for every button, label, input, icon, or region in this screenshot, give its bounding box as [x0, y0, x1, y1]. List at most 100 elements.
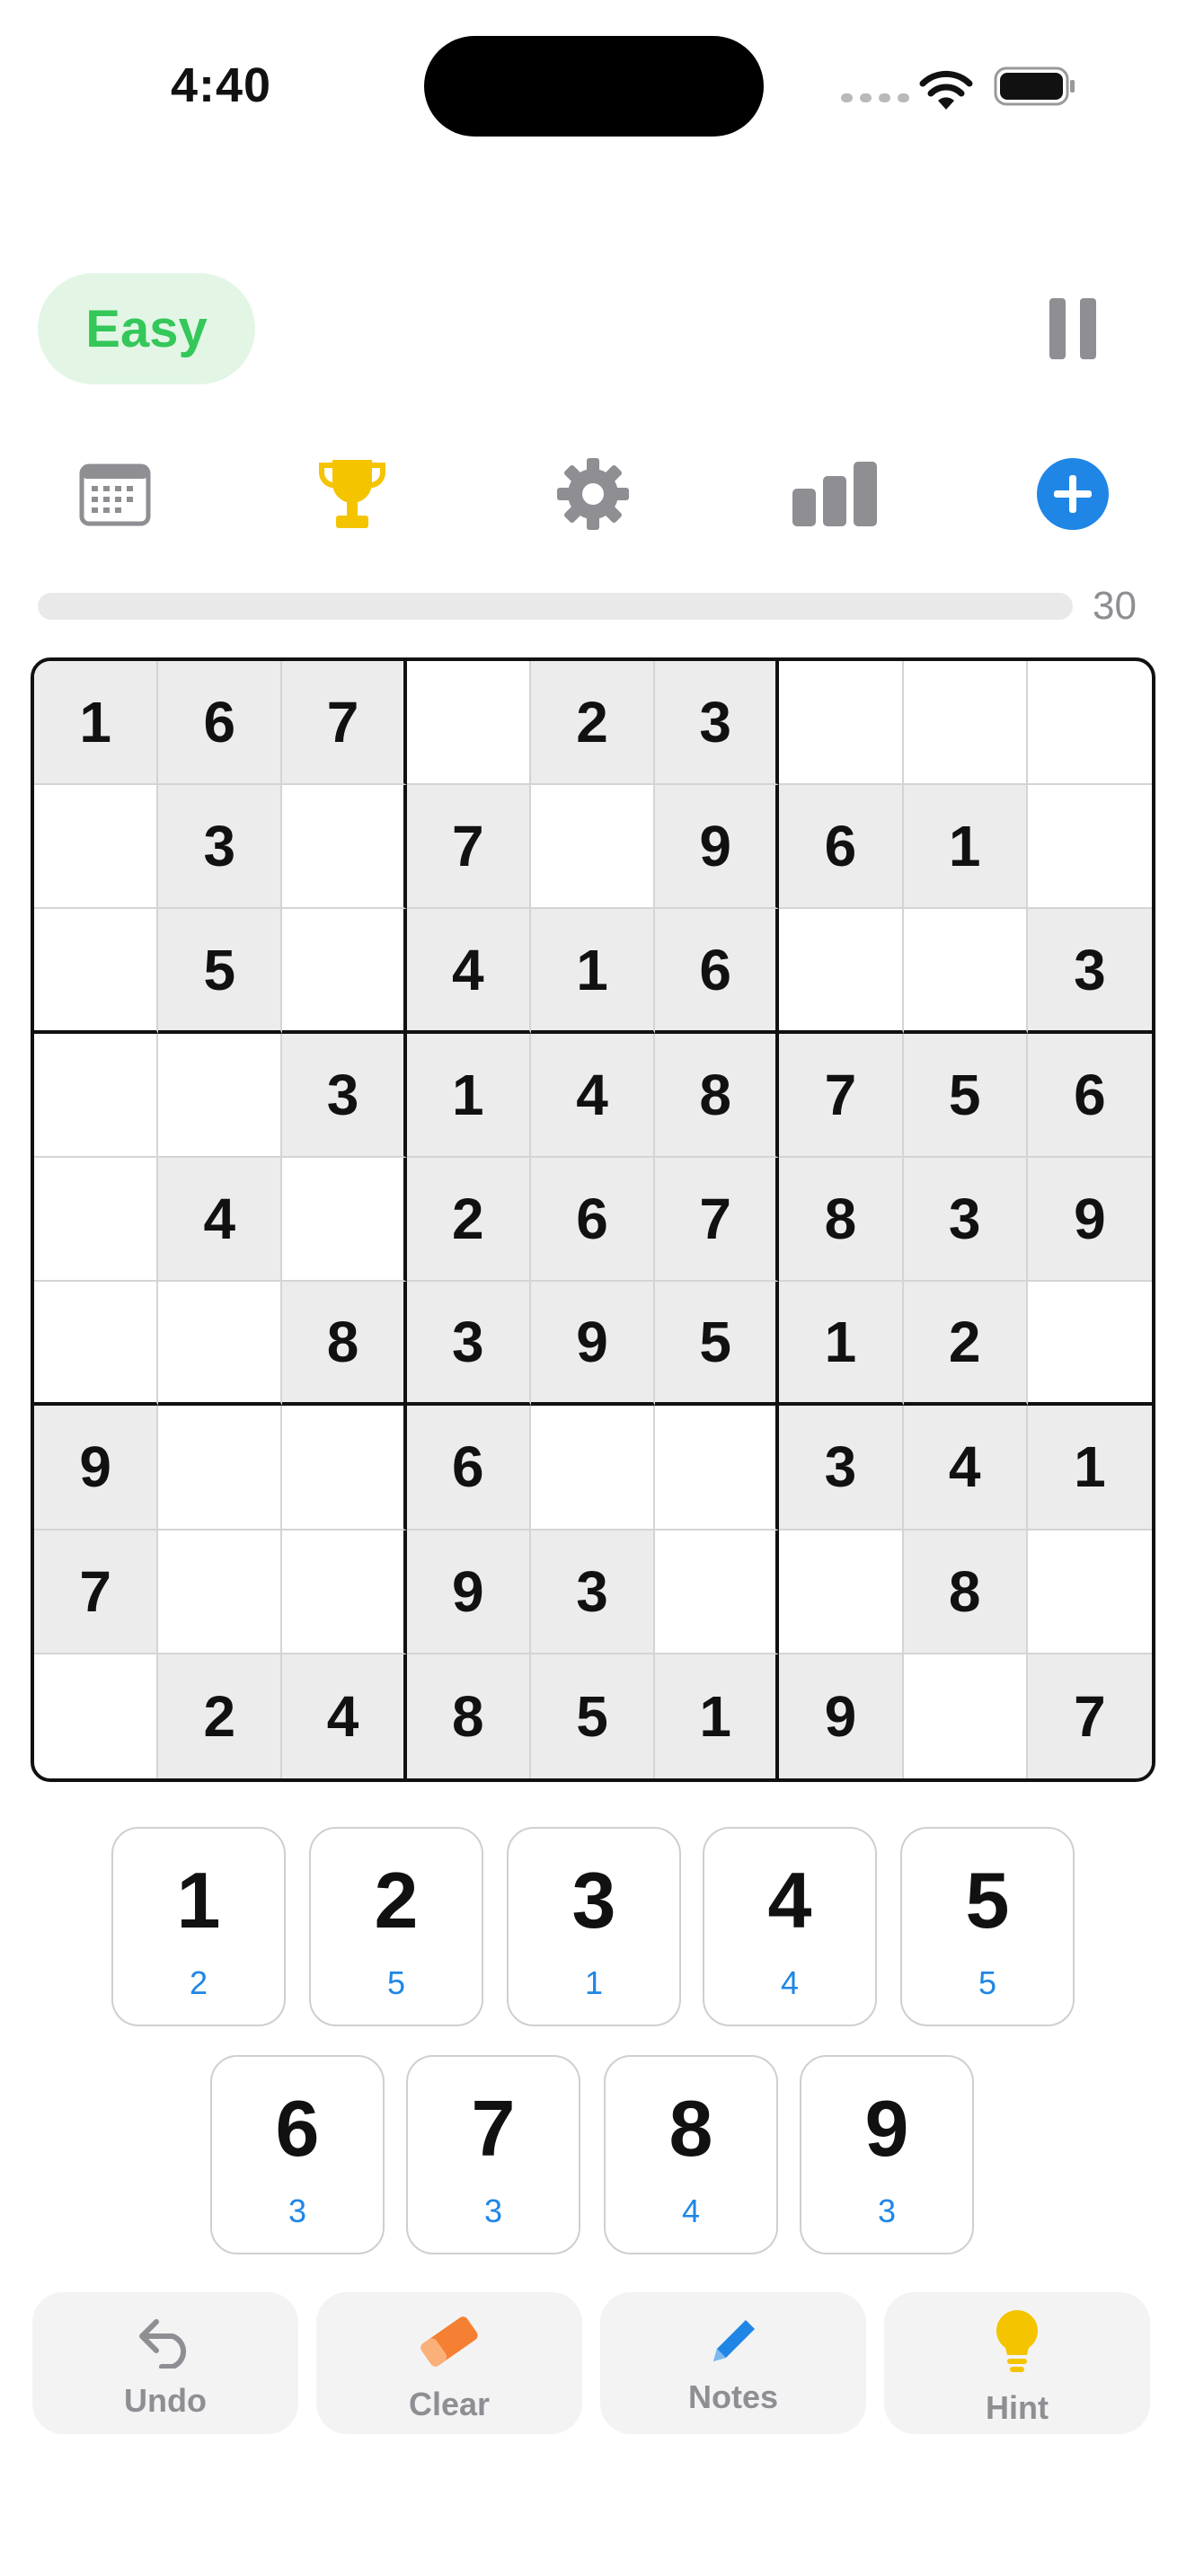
sudoku-cell-empty[interactable]	[903, 661, 1028, 786]
sudoku-cell-given[interactable]: 1	[903, 785, 1028, 910]
sudoku-cell-empty[interactable]	[779, 1530, 904, 1654]
trophy-icon[interactable]	[314, 456, 390, 532]
gear-icon[interactable]	[555, 456, 631, 532]
sudoku-cell-empty[interactable]	[34, 1654, 159, 1778]
sudoku-cell-empty[interactable]	[282, 909, 407, 1034]
undo-button[interactable]: Undo	[32, 2292, 298, 2434]
sudoku-cell-given[interactable]: 8	[903, 1530, 1028, 1654]
sudoku-cell-given[interactable]: 4	[903, 1406, 1028, 1531]
sudoku-cell-given[interactable]: 6	[158, 661, 283, 786]
sudoku-cell-given[interactable]: 1	[779, 1282, 904, 1407]
sudoku-cell-empty[interactable]	[158, 1282, 283, 1407]
sudoku-cell-given[interactable]: 6	[655, 909, 780, 1034]
sudoku-cell-empty[interactable]	[904, 1654, 1028, 1778]
number-key-4[interactable]: 44	[703, 1827, 877, 2026]
sudoku-cell-given[interactable]: 3	[903, 1157, 1028, 1283]
sudoku-cell-given[interactable]: 5	[530, 1654, 656, 1778]
sudoku-cell-given[interactable]: 9	[34, 1406, 159, 1531]
sudoku-cell-given[interactable]: 6	[779, 785, 904, 910]
sudoku-cell-empty[interactable]	[655, 1406, 780, 1531]
sudoku-cell-given[interactable]: 7	[406, 785, 531, 910]
sudoku-cell-given[interactable]: 3	[530, 1530, 656, 1654]
sudoku-cell-empty[interactable]	[34, 909, 159, 1034]
number-key-6[interactable]: 63	[210, 2055, 385, 2254]
sudoku-cell-given[interactable]: 2	[158, 1654, 283, 1778]
sudoku-cell-empty[interactable]	[158, 1033, 283, 1158]
sudoku-cell-given[interactable]: 1	[34, 661, 159, 786]
number-key-2[interactable]: 25	[309, 1827, 483, 2026]
sudoku-cell-empty[interactable]	[530, 1406, 656, 1531]
notes-button[interactable]: Notes	[600, 2292, 866, 2434]
sudoku-cell-empty[interactable]	[779, 661, 904, 786]
number-key-9[interactable]: 93	[800, 2055, 974, 2254]
sudoku-cell-given[interactable]: 2	[406, 1157, 531, 1283]
sudoku-cell-given[interactable]: 3	[282, 1033, 407, 1158]
sudoku-cell-given[interactable]: 9	[779, 1654, 904, 1778]
number-key-5[interactable]: 55	[900, 1827, 1075, 2026]
sudoku-cell-empty[interactable]	[530, 785, 656, 910]
sudoku-cell-given[interactable]: 3	[158, 785, 283, 910]
sudoku-cell-empty[interactable]	[34, 1282, 159, 1407]
sudoku-cell-given[interactable]: 3	[779, 1406, 904, 1531]
sudoku-cell-given[interactable]: 1	[406, 1033, 531, 1158]
number-key-8[interactable]: 84	[604, 2055, 778, 2254]
calendar-icon[interactable]	[77, 456, 153, 532]
sudoku-cell-given[interactable]: 6	[530, 1157, 656, 1283]
sudoku-cell-given[interactable]: 8	[282, 1282, 407, 1407]
sudoku-cell-given[interactable]: 1	[655, 1654, 780, 1778]
sudoku-cell-empty[interactable]	[282, 785, 407, 910]
sudoku-cell-empty[interactable]	[158, 1406, 283, 1531]
sudoku-cell-given[interactable]: 3	[655, 661, 780, 786]
sudoku-cell-given[interactable]: 7	[779, 1033, 904, 1158]
sudoku-cell-empty[interactable]	[1027, 1531, 1152, 1654]
clear-button[interactable]: Clear	[316, 2292, 582, 2434]
sudoku-cell-empty[interactable]	[779, 909, 904, 1034]
sudoku-cell-given[interactable]: 8	[779, 1157, 904, 1283]
sudoku-cell-given[interactable]: 4	[282, 1654, 407, 1778]
hint-button[interactable]: Hint	[884, 2292, 1150, 2434]
number-key-1[interactable]: 12	[111, 1827, 286, 2026]
sudoku-cell-empty[interactable]	[282, 1157, 407, 1283]
sudoku-cell-given[interactable]: 5	[655, 1282, 780, 1407]
sudoku-cell-empty[interactable]	[406, 661, 531, 786]
sudoku-cell-empty[interactable]	[1027, 1282, 1152, 1407]
stats-bars-icon[interactable]	[792, 456, 879, 532]
sudoku-cell-empty[interactable]	[34, 785, 159, 910]
sudoku-cell-given[interactable]: 9	[655, 785, 780, 910]
plus-circle-icon[interactable]	[1035, 456, 1111, 532]
sudoku-cell-given[interactable]: 9	[530, 1282, 656, 1407]
sudoku-cell-empty[interactable]	[1027, 661, 1152, 786]
sudoku-cell-empty[interactable]	[34, 1033, 159, 1158]
sudoku-cell-given[interactable]: 7	[282, 661, 407, 786]
sudoku-cell-empty[interactable]	[655, 1530, 780, 1654]
sudoku-cell-empty[interactable]	[1027, 785, 1152, 910]
sudoku-cell-empty[interactable]	[34, 1157, 159, 1283]
sudoku-cell-given[interactable]: 6	[1027, 1033, 1152, 1158]
sudoku-cell-given[interactable]: 8	[655, 1033, 780, 1158]
sudoku-cell-given[interactable]: 6	[406, 1406, 531, 1531]
pause-icon[interactable]	[1049, 298, 1096, 359]
sudoku-cell-given[interactable]: 2	[903, 1282, 1028, 1407]
sudoku-cell-empty[interactable]	[158, 1530, 283, 1654]
number-key-3[interactable]: 31	[507, 1827, 681, 2026]
sudoku-cell-given[interactable]: 9	[1027, 1157, 1152, 1283]
sudoku-cell-given[interactable]: 7	[655, 1157, 780, 1283]
sudoku-cell-given[interactable]: 4	[530, 1033, 656, 1158]
sudoku-cell-given[interactable]: 8	[406, 1654, 531, 1778]
number-key-7[interactable]: 73	[406, 2055, 580, 2254]
sudoku-cell-given[interactable]: 7	[34, 1530, 159, 1654]
sudoku-cell-empty[interactable]	[282, 1530, 407, 1654]
sudoku-cell-given[interactable]: 9	[406, 1530, 531, 1654]
sudoku-cell-given[interactable]: 1	[1027, 1406, 1152, 1531]
sudoku-cell-given[interactable]: 7	[1027, 1654, 1152, 1778]
sudoku-cell-empty[interactable]	[282, 1406, 407, 1531]
sudoku-cell-given[interactable]: 5	[903, 1033, 1028, 1158]
sudoku-cell-given[interactable]: 3	[1027, 909, 1152, 1034]
sudoku-cell-given[interactable]: 3	[406, 1282, 531, 1407]
sudoku-cell-given[interactable]: 5	[158, 909, 283, 1034]
sudoku-cell-given[interactable]: 2	[530, 661, 656, 786]
sudoku-cell-empty[interactable]	[903, 909, 1028, 1034]
sudoku-cell-given[interactable]: 4	[406, 909, 531, 1034]
difficulty-badge[interactable]: Easy	[38, 273, 255, 384]
sudoku-cell-given[interactable]: 1	[530, 909, 656, 1034]
